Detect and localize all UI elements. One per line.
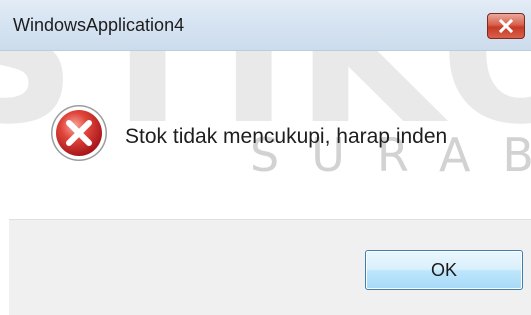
button-bar: OK [9,219,531,315]
window-title: WindowsApplication4 [13,15,185,35]
message-area: Stok tidak mencukupi, harap inden [0,51,531,217]
close-button[interactable] [487,13,525,39]
close-icon [498,18,514,34]
error-icon [49,103,109,163]
ok-button[interactable]: OK [365,250,523,290]
message-box-window: STIKOM SURABAYA WindowsApplication4 [0,0,531,315]
message-text: Stok tidak mencukupi, harap inden [125,125,448,148]
title-bar[interactable]: WindowsApplication4 [0,0,531,51]
